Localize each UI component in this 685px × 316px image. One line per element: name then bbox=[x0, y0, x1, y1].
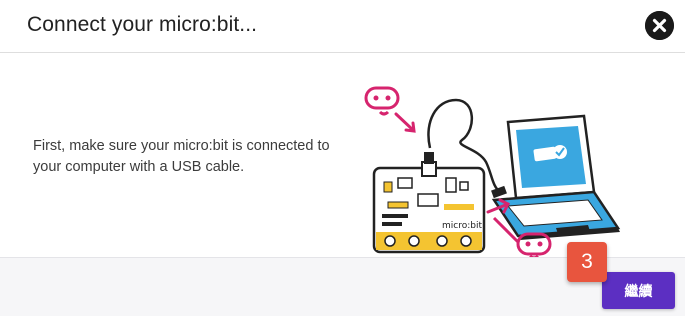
step-badge: 3 bbox=[567, 242, 607, 282]
close-icon[interactable] bbox=[645, 11, 674, 40]
instruction-text: First, make sure your micro:bit is conne… bbox=[33, 138, 330, 175]
dialog-title: Connect your micro:bit... bbox=[27, 13, 258, 36]
pink-character-icon bbox=[364, 86, 416, 133]
microbit-usb-laptop-illustration: micro:bit bbox=[364, 86, 621, 260]
continue-button[interactable]: 繼續 bbox=[602, 272, 675, 309]
board-label: micro:bit bbox=[442, 221, 482, 231]
dialog-content: First, make sure your micro:bit is conne… bbox=[0, 54, 685, 260]
connect-dialog: Connect your micro:bit... First, make su… bbox=[0, 0, 685, 316]
microbit-board: micro:bit bbox=[372, 152, 486, 254]
laptop-icon bbox=[491, 114, 621, 240]
dialog-header: Connect your micro:bit... bbox=[0, 0, 685, 53]
